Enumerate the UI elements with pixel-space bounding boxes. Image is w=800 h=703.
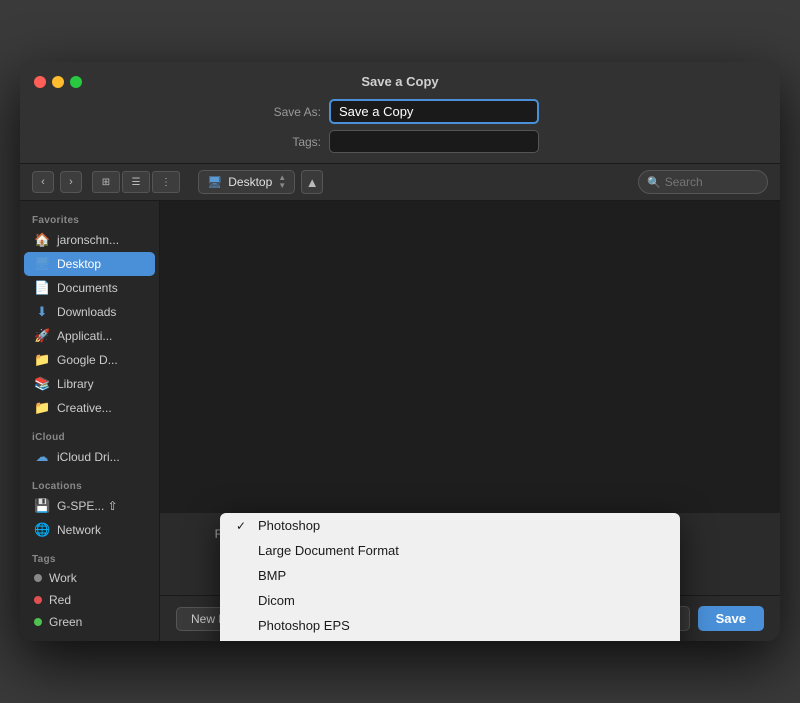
sidebar-item-label: Creative... xyxy=(57,401,112,415)
sidebar-item-tag-work[interactable]: Work xyxy=(24,567,155,589)
home-icon: 🏠 xyxy=(34,232,50,248)
sidebar-item-label: jaronschn... xyxy=(57,233,119,247)
network-icon: 🌐 xyxy=(34,522,50,538)
sidebar-item-library[interactable]: 📚 Library xyxy=(24,372,155,396)
sidebar-item-network[interactable]: 🌐 Network xyxy=(24,518,155,542)
sidebar-item-label: iCloud Dri... xyxy=(57,450,120,464)
options-area: Format: JPEG ▾ Save: Color: xyxy=(160,513,780,595)
sidebar-item-icloud[interactable]: ☁ iCloud Dri... xyxy=(24,445,155,469)
location-chevrons-icon: ▲▼ xyxy=(278,174,286,190)
location-label: Desktop xyxy=(228,175,272,189)
tag-red-dot xyxy=(34,596,42,604)
right-panel: Format: JPEG ▾ Save: Color: xyxy=(160,201,780,641)
format-option-bmp[interactable]: BMP xyxy=(220,563,680,588)
sidebar-item-label: Desktop xyxy=(57,257,101,271)
google-drive-icon: 📁 xyxy=(34,352,50,368)
save-as-input[interactable] xyxy=(329,99,539,124)
location-dropdown[interactable]: 🖥 Desktop ▲▼ xyxy=(198,170,295,194)
icloud-icon: ☁ xyxy=(34,449,50,465)
documents-icon: 📄 xyxy=(34,280,50,296)
library-icon: 📚 xyxy=(34,376,50,392)
search-icon: 🔍 xyxy=(647,176,661,189)
minimize-button[interactable] xyxy=(52,76,64,88)
save-button[interactable]: Save xyxy=(698,606,764,631)
save-as-label: Save As: xyxy=(261,105,321,119)
disk-icon: 💾 xyxy=(34,498,50,514)
sidebar-item-label: Library xyxy=(57,377,94,391)
sidebar-item-tag-green[interactable]: Green xyxy=(24,611,155,633)
location-icon: 🖥 xyxy=(207,175,222,189)
format-option-large-doc[interactable]: Large Document Format xyxy=(220,538,680,563)
search-input[interactable] xyxy=(665,175,755,189)
icloud-section-label: iCloud xyxy=(20,426,159,445)
toolbar: ‹ › ⊞ ☰ ⋮ 🖥 Desktop ▲▼ ▲ 🔍 xyxy=(20,164,780,201)
forward-button[interactable]: › xyxy=(60,171,82,193)
tags-row: Tags: xyxy=(261,130,539,153)
search-box: 🔍 xyxy=(638,170,768,194)
sidebar-item-tag-red[interactable]: Red xyxy=(24,589,155,611)
sidebar-item-label: Red xyxy=(49,593,71,607)
format-option-gif[interactable]: GIF xyxy=(220,638,680,641)
title-bar: Save a Copy Save As: Tags: xyxy=(20,62,780,164)
back-button[interactable]: ‹ xyxy=(32,171,54,193)
list-view-button[interactable]: ☰ xyxy=(122,171,150,193)
sidebar-item-downloads[interactable]: ⬇ Downloads xyxy=(24,300,155,324)
sidebar-item-label: Green xyxy=(49,615,82,629)
tags-section-label: Tags xyxy=(20,548,159,567)
save-copy-dialog: Save a Copy Save As: Tags: ‹ › ⊞ ☰ ⋮ 🖥 D… xyxy=(20,62,780,641)
save-as-row: Save As: xyxy=(261,99,539,124)
icon-view-button[interactable]: ⊞ xyxy=(92,171,120,193)
applications-icon: 🚀 xyxy=(34,328,50,344)
dialog-title: Save a Copy xyxy=(361,74,438,89)
file-browser[interactable] xyxy=(160,201,780,513)
sidebar-item-desktop[interactable]: 🖥 Desktop xyxy=(24,252,155,276)
sidebar-item-jaronschn[interactable]: 🏠 jaronschn... xyxy=(24,228,155,252)
sidebar-item-label: Network xyxy=(57,523,101,537)
traffic-lights xyxy=(34,76,82,88)
tag-green-dot xyxy=(34,618,42,626)
sidebar-item-label: Work xyxy=(49,571,77,585)
check-icon: ✓ xyxy=(236,519,250,533)
view-buttons: ⊞ ☰ ⋮ xyxy=(92,171,180,193)
tag-work-dot xyxy=(34,574,42,582)
expand-button[interactable]: ▲ xyxy=(301,170,323,194)
tags-label: Tags: xyxy=(261,135,321,149)
tags-input[interactable] xyxy=(329,130,539,153)
format-option-dicom[interactable]: Dicom xyxy=(220,588,680,613)
sidebar-item-disk[interactable]: 💾 G-SPE... ⇧ xyxy=(24,494,155,518)
sidebar-item-creative[interactable]: 📁 Creative... xyxy=(24,396,155,420)
sidebar-item-google[interactable]: 📁 Google D... xyxy=(24,348,155,372)
sidebar-item-label: Applicati... xyxy=(57,329,112,343)
desktop-icon: 🖥 xyxy=(34,256,50,272)
favorites-section-label: Favorites xyxy=(20,209,159,228)
close-button[interactable] xyxy=(34,76,46,88)
format-option-eps[interactable]: Photoshop EPS xyxy=(220,613,680,638)
sidebar-item-label: Downloads xyxy=(57,305,116,319)
format-option-photoshop[interactable]: ✓ Photoshop xyxy=(220,513,680,538)
format-dropdown-menu[interactable]: ✓ Photoshop Large Document Format BMP Di… xyxy=(220,513,680,641)
main-content: Favorites 🏠 jaronschn... 🖥 Desktop 📄 Doc… xyxy=(20,201,780,641)
downloads-icon: ⬇ xyxy=(34,304,50,320)
sidebar: Favorites 🏠 jaronschn... 🖥 Desktop 📄 Doc… xyxy=(20,201,160,641)
sidebar-item-label: G-SPE... ⇧ xyxy=(57,499,118,513)
column-view-button[interactable]: ⋮ xyxy=(152,171,180,193)
sidebar-item-applications[interactable]: 🚀 Applicati... xyxy=(24,324,155,348)
maximize-button[interactable] xyxy=(70,76,82,88)
sidebar-item-label: Google D... xyxy=(57,353,118,367)
sidebar-item-label: Documents xyxy=(57,281,118,295)
locations-section-label: Locations xyxy=(20,475,159,494)
creative-icon: 📁 xyxy=(34,400,50,416)
sidebar-item-documents[interactable]: 📄 Documents xyxy=(24,276,155,300)
